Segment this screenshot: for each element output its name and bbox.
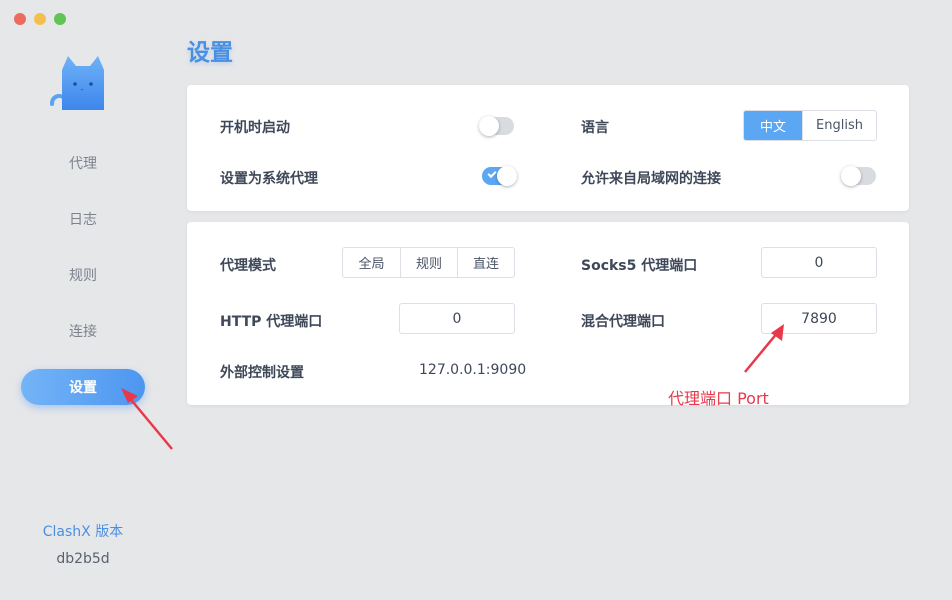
external-controller-label: 外部控制设置 (220, 365, 304, 381)
version-label: ClashX 版本 (42, 524, 124, 540)
http-port-input[interactable]: 0 (399, 303, 515, 334)
system-proxy-label: 设置为系统代理 (220, 171, 318, 187)
version-value: db2b5d (56, 551, 110, 567)
toggle-knob (497, 166, 517, 186)
allow-lan-toggle[interactable] (841, 166, 876, 186)
app-window: 代理 日志 规则 连接 设置 ClashX 版本 db2b5d 设置 开机时启动… (0, 0, 952, 600)
sidebar-item-settings[interactable]: 设置 (21, 369, 145, 405)
proxy-mode-global[interactable]: 全局 (343, 248, 400, 277)
socks5-port-input[interactable]: 0 (761, 247, 877, 278)
sidebar-item-rules[interactable]: 规则 (21, 257, 145, 293)
external-controller-value: 127.0.0.1:9090 (419, 362, 527, 378)
general-settings-card: 开机时启动 语言 中文 English 设置为系统代理 允许来自局域网的连接 (187, 85, 909, 211)
mixed-port-input[interactable]: 7890 (761, 303, 877, 334)
toggle-knob (479, 116, 499, 136)
sidebar-item-proxy[interactable]: 代理 (21, 145, 145, 181)
toggle-knob (841, 166, 861, 186)
sidebar-item-logs[interactable]: 日志 (21, 201, 145, 237)
mixed-port-label: 混合代理端口 (581, 314, 665, 330)
proxy-mode-rule[interactable]: 规则 (400, 248, 457, 277)
launch-at-login-toggle[interactable] (479, 116, 514, 136)
language-option-english[interactable]: English (802, 111, 876, 140)
language-label: 语言 (581, 120, 609, 136)
language-selector: 中文 English (743, 110, 877, 141)
allow-lan-label: 允许来自局域网的连接 (581, 171, 721, 187)
cat-icon (50, 56, 104, 110)
proxy-mode-direct[interactable]: 直连 (457, 248, 514, 277)
proxy-mode-selector: 全局 规则 直连 (342, 247, 515, 278)
language-option-chinese[interactable]: 中文 (744, 111, 802, 140)
sidebar-item-connections[interactable]: 连接 (21, 313, 145, 349)
port-annotation-text: 代理端口 Port (668, 389, 769, 408)
proxy-mode-label: 代理模式 (220, 258, 276, 274)
launch-at-login-label: 开机时启动 (220, 120, 290, 136)
system-proxy-toggle[interactable] (482, 166, 517, 186)
page-title: 设置 (187, 40, 233, 66)
http-port-label: HTTP 代理端口 (220, 314, 323, 330)
socks5-port-label: Socks5 代理端口 (581, 258, 698, 274)
check-icon (487, 168, 497, 179)
sidebar: 代理 日志 规则 连接 设置 ClashX 版本 db2b5d (0, 0, 166, 600)
proxy-settings-card: 代理模式 全局 规则 直连 Socks5 代理端口 0 HTTP 代理端口 0 … (187, 222, 909, 405)
